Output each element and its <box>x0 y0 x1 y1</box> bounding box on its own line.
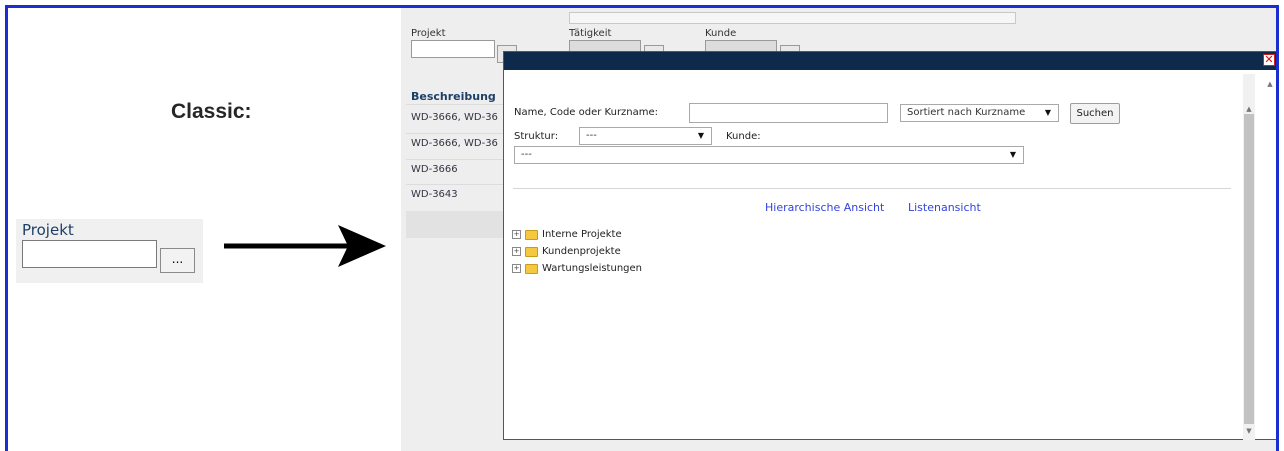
taetigkeit-label: Tätigkeit <box>569 28 612 39</box>
struktur-label: Struktur: <box>514 131 559 142</box>
classic-browse-button[interactable]: ... <box>160 248 195 273</box>
tree-node-label: Kundenprojekte <box>542 246 621 257</box>
kunde-label: Kunde <box>705 28 737 39</box>
kunde-select[interactable]: --- ▼ <box>514 146 1024 164</box>
close-icon[interactable]: ✕ <box>1263 54 1275 66</box>
dropdown-caret-icon: ▼ <box>1009 150 1016 159</box>
table-empty-row <box>406 211 510 238</box>
tree-node-label: Wartungsleistungen <box>542 263 642 274</box>
top-textarea <box>569 12 1016 24</box>
kunde-label: Kunde: <box>726 131 761 142</box>
row-divider <box>406 184 510 185</box>
tree-node-label: Interne Projekte <box>542 229 622 240</box>
projekt-label: Projekt <box>411 28 446 39</box>
search-label: Name, Code oder Kurzname: <box>514 107 659 118</box>
classic-projekt-input[interactable] <box>22 240 157 268</box>
classic-projekt-label: Projekt <box>22 221 74 239</box>
list-view-link[interactable]: Listenansicht <box>908 201 981 214</box>
struktur-select[interactable]: --- ▼ <box>579 127 712 145</box>
dialog-titlebar: ✕ <box>504 52 1276 70</box>
sort-select-value: Sortiert nach Kurzname <box>907 107 1026 118</box>
kunde-select-value: --- <box>521 149 532 160</box>
dialog-outer-scrollbar[interactable]: ▲ <box>1264 74 1276 434</box>
table-header-beschreibung: Beschreibung <box>411 90 496 103</box>
folder-icon <box>525 263 538 274</box>
struktur-select-value: --- <box>586 130 597 141</box>
table-row[interactable]: WD-3666, WD-36 <box>411 138 511 160</box>
expand-plus-icon[interactable]: + <box>512 247 521 256</box>
row-divider <box>406 133 510 134</box>
tree-node-maintenance[interactable]: + Wartungsleistungen <box>512 263 642 277</box>
sort-select[interactable]: Sortiert nach Kurzname ▼ <box>900 104 1059 122</box>
scroll-down-icon[interactable]: ▼ <box>1243 426 1255 436</box>
scroll-up-icon[interactable]: ▲ <box>1243 104 1255 114</box>
scroll-up-icon[interactable]: ▲ <box>1264 79 1276 89</box>
folder-icon <box>525 246 538 257</box>
scroll-thumb[interactable] <box>1244 114 1254 424</box>
folder-icon <box>525 229 538 240</box>
dropdown-caret-icon: ▼ <box>1044 108 1051 117</box>
arrow-right-icon <box>224 225 386 267</box>
table-row[interactable]: WD-3666 <box>411 164 511 186</box>
search-button[interactable]: Suchen <box>1070 103 1120 124</box>
expand-plus-icon[interactable]: + <box>512 264 521 273</box>
dropdown-caret-icon: ▼ <box>697 131 704 140</box>
expand-plus-icon[interactable]: + <box>512 230 521 239</box>
classic-heading: Classic: <box>171 100 252 123</box>
row-divider <box>406 104 510 105</box>
table-row[interactable]: WD-3666, WD-36 <box>411 112 511 134</box>
search-input[interactable] <box>689 103 888 123</box>
row-divider <box>406 159 510 160</box>
projekt-input[interactable] <box>411 40 495 58</box>
dialog-divider <box>513 188 1231 189</box>
tree-node-internal-projects[interactable]: + Interne Projekte <box>512 229 622 243</box>
hierarchical-view-link[interactable]: Hierarchische Ansicht <box>765 201 884 214</box>
dialog-inner-scrollbar[interactable]: ▲ ▼ <box>1243 74 1255 440</box>
tree-node-customer-projects[interactable]: + Kundenprojekte <box>512 246 621 260</box>
table-row[interactable]: WD-3643 <box>411 189 511 211</box>
screenshot-frame: Classic: Projekt ... Projekt Tätigkeit K… <box>5 5 1279 451</box>
project-search-dialog: ✕ Name, Code oder Kurzname: Sortiert nac… <box>503 51 1276 440</box>
